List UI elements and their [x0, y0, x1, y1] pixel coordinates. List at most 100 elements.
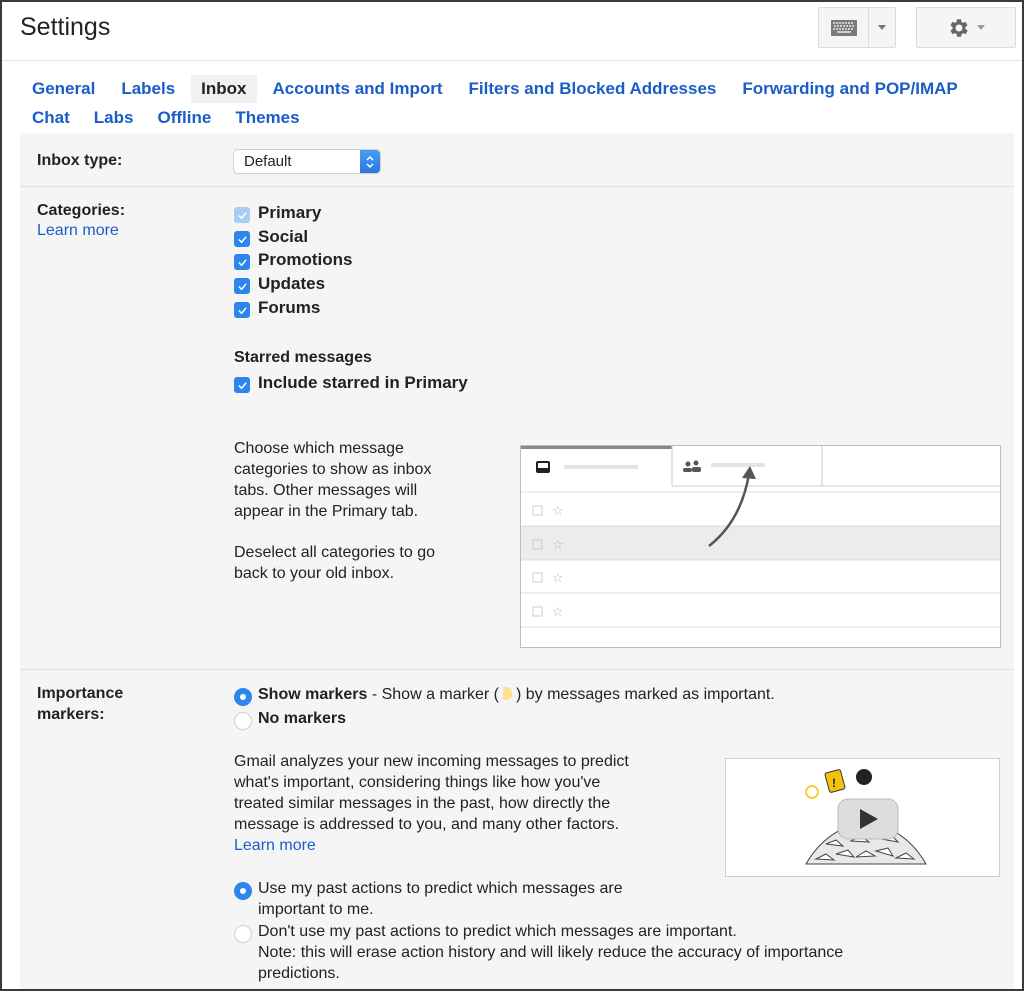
chevron-down-icon — [977, 25, 985, 30]
show-markers-text: Show markers - Show a marker ( ) by messa… — [258, 684, 775, 705]
radio-dont-use-past-actions[interactable] — [234, 925, 252, 943]
importance-marker-icon — [502, 687, 512, 700]
category-social: Social — [234, 225, 308, 249]
tab-chat[interactable]: Chat — [22, 104, 80, 132]
radio-use-past-actions[interactable] — [234, 882, 252, 900]
settings-button[interactable] — [916, 7, 1016, 48]
radio-no-markers[interactable] — [234, 712, 252, 730]
desc-line: Deselect all categories to go — [234, 544, 435, 561]
starred-messages-heading: Starred messages — [234, 349, 372, 366]
tab-labels[interactable]: Labels — [111, 75, 185, 103]
checkbox-social[interactable] — [234, 231, 250, 247]
importance-description: Gmail analyzes your new incoming message… — [234, 751, 629, 856]
inbox-type-value: Default — [244, 153, 292, 170]
category-promotions: Promotions — [234, 248, 352, 272]
show-markers-desc: ) by messages marked as important. — [515, 686, 775, 703]
tab-general[interactable]: General — [22, 75, 105, 103]
desc-line: categories to show as inbox — [234, 461, 432, 478]
tab-offline[interactable]: Offline — [147, 104, 221, 132]
page-title: Settings — [20, 13, 111, 41]
select-arrows-icon — [360, 150, 380, 173]
category-label: Primary — [258, 203, 322, 222]
category-forums: Forums — [234, 296, 320, 320]
inbox-type-select[interactable]: Default — [234, 150, 380, 173]
checkbox-primary — [234, 207, 250, 223]
include-starred-option: Include starred in Primary — [234, 371, 468, 395]
desc-line: tabs. Other messages will — [234, 482, 418, 499]
checkbox-forums[interactable] — [234, 302, 250, 318]
option-line: important to me. — [258, 901, 374, 918]
show-markers-option: Show markers - Show a marker ( ) by messa… — [234, 684, 775, 706]
show-markers-desc: - Show a marker ( — [367, 686, 499, 703]
chevron-down-icon — [878, 25, 886, 30]
category-label: Forums — [258, 298, 321, 317]
settings-panel: Inbox type: Default Categories: Learn mo… — [20, 133, 1014, 989]
category-label: Social — [258, 227, 309, 246]
video-thumbnail-graphic: ! — [805, 769, 927, 865]
desc-line: treated similar messages in the past, ho… — [234, 795, 611, 812]
use-past-actions-text: Use my past actions to predict which mes… — [258, 878, 623, 920]
option-line: Note: this will erase action history and… — [258, 944, 844, 961]
option-line: Don't use my past actions to predict whi… — [258, 923, 737, 940]
categories-label: Categories: — [37, 202, 126, 219]
label-line: markers: — [37, 706, 105, 723]
desc-line: back to your old inbox. — [234, 565, 395, 582]
keyboard-icon — [830, 19, 857, 36]
importance-video-thumbnail[interactable]: ! — [725, 758, 1000, 877]
checkbox-promotions[interactable] — [234, 254, 250, 270]
input-tools-dropdown[interactable] — [869, 8, 895, 47]
svg-text:☆: ☆ — [552, 605, 564, 620]
desc-line: appear in the Primary tab. — [234, 503, 419, 520]
importance-learn-more-link[interactable]: Learn more — [234, 835, 629, 856]
no-markers-label: No markers — [258, 710, 347, 727]
desc-line: message is addressed to you, and many ot… — [234, 816, 620, 833]
radio-show-markers[interactable] — [234, 688, 252, 706]
categories-learn-more-link[interactable]: Learn more — [37, 220, 119, 241]
desc-line: what's important, considering things lik… — [234, 774, 601, 791]
svg-text:☆: ☆ — [552, 538, 564, 553]
tab-filters-and-blocked-addresses[interactable]: Filters and Blocked Addresses — [459, 75, 727, 103]
category-primary: Primary — [234, 201, 321, 225]
people-icon — [683, 460, 701, 472]
categories-description: Choose which message categories to show … — [234, 438, 435, 584]
svg-text:!: ! — [832, 776, 836, 790]
label-line: Importance — [37, 685, 124, 702]
header: Settings — [2, 2, 1022, 61]
desc-line: Gmail analyzes your new incoming message… — [234, 753, 629, 770]
tab-labs[interactable]: Labs — [84, 104, 144, 132]
category-updates: Updates — [234, 272, 325, 296]
svg-text:☆: ☆ — [552, 504, 564, 519]
tab-row-2: Chat Labs Offline Themes — [22, 103, 1012, 132]
importance-markers-label: Importance markers: — [37, 683, 123, 725]
inbox-tabs-illustration: ☆ ☆ ☆ ☆ — [520, 445, 1001, 648]
tab-inbox[interactable]: Inbox — [191, 74, 257, 103]
desc-line: Choose which message — [234, 440, 404, 457]
input-tools-group — [818, 7, 896, 48]
inbox-type-label: Inbox type: — [37, 152, 123, 169]
keyboard-button[interactable] — [819, 8, 869, 47]
include-starred-label: Include starred in Primary — [258, 373, 468, 392]
inbox-tabs-illustration-graphic: ☆ ☆ ☆ ☆ — [521, 446, 1000, 628]
category-label: Updates — [258, 274, 326, 293]
settings-tabs: General Labels Inbox Accounts and Import… — [22, 74, 1012, 132]
option-line: predictions. — [258, 965, 340, 982]
tab-accounts-and-import[interactable]: Accounts and Import — [263, 75, 453, 103]
dont-use-past-actions-text: Don't use my past actions to predict whi… — [258, 921, 843, 984]
checkbox-updates[interactable] — [234, 278, 250, 294]
category-label: Promotions — [258, 250, 353, 269]
use-past-actions-option: Use my past actions to predict which mes… — [234, 878, 623, 920]
svg-text:☆: ☆ — [552, 571, 564, 586]
show-markers-label: Show markers — [258, 686, 368, 703]
inbox-icon — [536, 461, 550, 473]
option-line: Use my past actions to predict which mes… — [258, 880, 623, 897]
separator — [20, 669, 1014, 670]
no-markers-option: No markers — [234, 708, 346, 730]
checkbox-include-starred[interactable] — [234, 377, 250, 393]
tab-forwarding-and-pop-imap[interactable]: Forwarding and POP/IMAP — [732, 75, 967, 103]
separator — [20, 186, 1014, 187]
tab-themes[interactable]: Themes — [225, 104, 309, 132]
dont-use-past-actions-option: Don't use my past actions to predict whi… — [234, 921, 843, 984]
gear-icon — [950, 18, 968, 37]
tab-row-1: General Labels Inbox Accounts and Import… — [22, 74, 1012, 103]
settings-window: Settings General Labels Inbox Accounts a… — [0, 0, 1024, 991]
